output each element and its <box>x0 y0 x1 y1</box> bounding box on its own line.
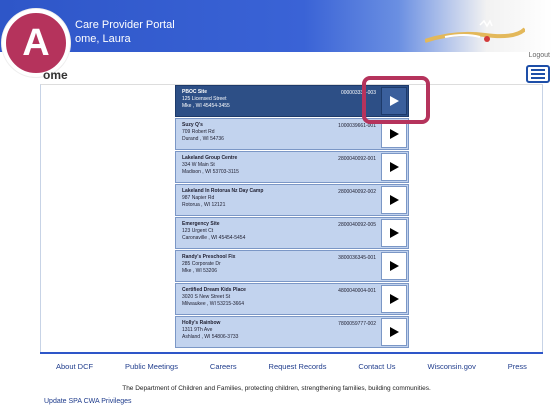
site-id: 2800040092-002 <box>338 189 376 195</box>
brand-logo <box>425 19 525 43</box>
site-street: 709 Robert Rd <box>182 129 215 135</box>
site-street: 1311 9Th Ave <box>182 327 213 333</box>
footer-link-careers[interactable]: Careers <box>210 362 237 371</box>
site-name: Suzy Q's <box>182 122 203 128</box>
site-card[interactable]: Emergency Site 123 Urgent Ct Caronaville… <box>175 217 409 249</box>
footer-divider <box>40 352 543 354</box>
select-site-button[interactable] <box>381 186 407 214</box>
footer-link-wisconsin-gov[interactable]: Wisconsin.gov <box>427 362 475 371</box>
footer-link-contact-us[interactable]: Contact Us <box>358 362 395 371</box>
annotation-highlight-box <box>362 76 430 124</box>
site-city: Ashland , WI 54806-3733 <box>182 334 239 340</box>
site-name: PBOC Site <box>182 89 208 95</box>
site-name: Lakeland In Rotorua Nz Day Camp <box>182 188 264 194</box>
welcome-text: ome, Laura <box>75 33 131 45</box>
site-card[interactable]: Lakeland In Rotorua Nz Day Camp 987 Napi… <box>175 184 409 216</box>
play-arrow-icon <box>390 129 399 139</box>
footer-tagline: The Department of Children and Families,… <box>122 385 431 392</box>
select-site-button[interactable] <box>381 219 407 247</box>
site-name: Randy's Preschool Fix <box>182 254 236 260</box>
play-arrow-icon <box>390 195 399 205</box>
site-city: Rotorua , WI 12121 <box>182 202 226 208</box>
play-arrow-icon <box>390 228 399 238</box>
site-street: 125 Licensed Street <box>182 96 227 102</box>
site-city: Milwaukee , WI 53215-3664 <box>182 301 244 307</box>
footer-link-about-dcf[interactable]: About DCF <box>56 362 93 371</box>
footer-link-press[interactable]: Press <box>508 362 527 371</box>
site-name: Certified Dream Kids Place <box>182 287 246 293</box>
select-site-button[interactable] <box>381 252 407 280</box>
select-site-button[interactable] <box>381 285 407 313</box>
site-city: Mke , WI 45454-3455 <box>182 103 230 109</box>
site-street: 123 Urgent Ct <box>182 228 214 234</box>
site-card[interactable]: Lakeland Group Centre 334 W Main St Madi… <box>175 151 409 183</box>
update-privileges-link[interactable]: Update SPA CWA Privileges <box>44 398 132 405</box>
site-id: 3800036345-001 <box>338 255 376 261</box>
site-card[interactable]: Randy's Preschool Fix 285 Corporate Dr M… <box>175 250 409 282</box>
badge-letter: A <box>22 21 50 64</box>
site-city: Durand , WI 54736 <box>182 136 224 142</box>
site-id: 2800040092-005 <box>338 222 376 228</box>
play-arrow-icon <box>390 327 399 337</box>
footer-link-public-meetings[interactable]: Public Meetings <box>125 362 178 371</box>
site-id: 4800040004-001 <box>338 288 376 294</box>
annotation-badge: A <box>2 9 70 77</box>
footer-links: About DCF Public Meetings Careers Reques… <box>40 362 543 371</box>
hamburger-menu-icon[interactable] <box>526 65 550 83</box>
header-bar: Care Provider Portal ome, Laura <box>0 0 553 52</box>
site-name: Holly's Rainbow <box>182 320 221 326</box>
select-site-button[interactable] <box>381 153 407 181</box>
site-street: 285 Corporate Dr <box>182 261 221 267</box>
play-arrow-icon <box>390 294 399 304</box>
site-name: Lakeland Group Centre <box>182 155 238 161</box>
site-id: 7800059777-002 <box>338 321 376 327</box>
site-street: 3020 S New Street St <box>182 294 231 300</box>
site-card[interactable]: Holly's Rainbow 1311 9Th Ave Ashland , W… <box>175 316 409 348</box>
footer-link-request-records[interactable]: Request Records <box>269 362 327 371</box>
portal-title: Care Provider Portal <box>75 19 175 31</box>
play-arrow-icon <box>390 261 399 271</box>
site-street: 987 Napier Rd <box>182 195 215 201</box>
select-site-button[interactable] <box>381 120 407 148</box>
site-card[interactable]: Certified Dream Kids Place 3020 S New St… <box>175 283 409 315</box>
logout-link[interactable]: Logout <box>529 52 550 59</box>
site-city: Mke , WI 53206 <box>182 268 218 274</box>
site-name: Emergency Site <box>182 221 220 227</box>
page-title: ome <box>43 68 68 82</box>
play-arrow-icon <box>390 162 399 172</box>
select-site-button[interactable] <box>381 318 407 346</box>
site-city: Caronaville , WI 45454-5454 <box>182 235 246 241</box>
site-id: 2800040092-001 <box>338 156 376 162</box>
site-city: Madison , WI 53703-3115 <box>182 169 239 175</box>
site-street: 334 W Main St <box>182 162 215 168</box>
